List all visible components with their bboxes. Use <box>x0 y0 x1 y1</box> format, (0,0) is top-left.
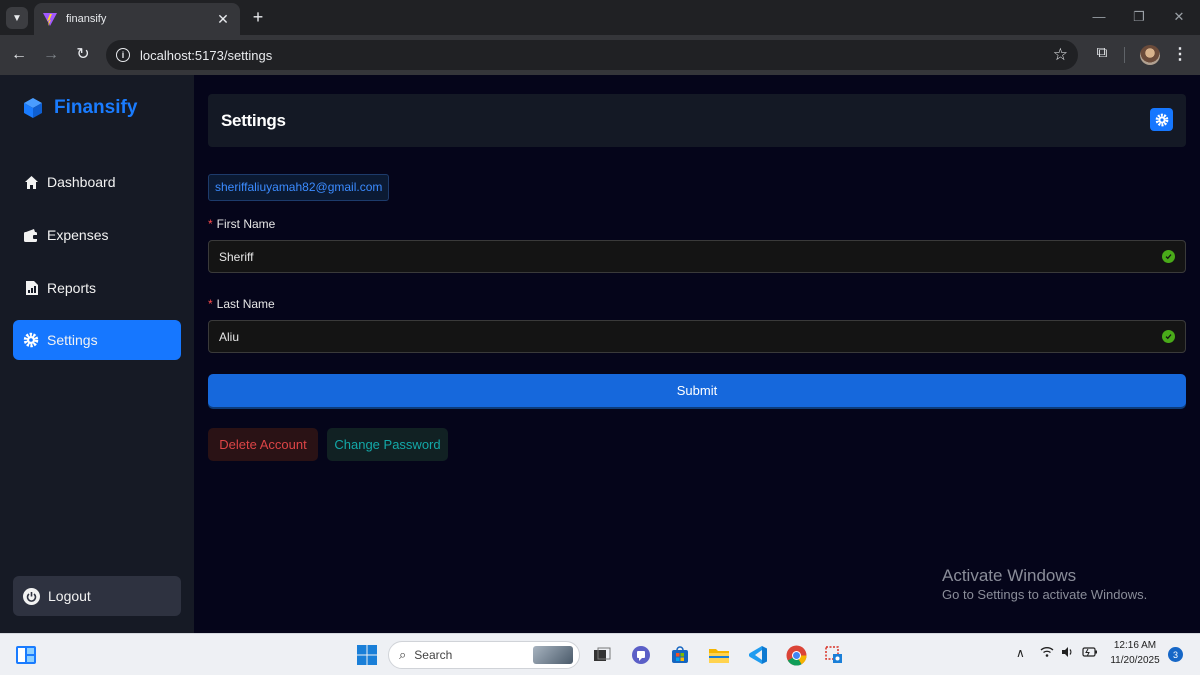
browser-tabbar: ▼ finansify ✕ + — ❐ ✕ <box>0 0 1200 35</box>
wifi-icon[interactable] <box>1040 646 1054 661</box>
taskbar-search[interactable]: ⌕ Search <box>388 641 580 669</box>
extensions-icon[interactable]: ⧉ <box>1092 44 1112 66</box>
brand-name: Finansify <box>54 97 138 118</box>
reload-icon[interactable]: ↻ <box>72 44 94 66</box>
activate-windows-subtitle: Go to Settings to activate Windows. <box>942 587 1148 602</box>
last-name-label: * Last Name <box>208 297 275 311</box>
email-tag: sheriffaliuyamah82@gmail.com <box>208 174 390 201</box>
browser-addressbar: ← → ↻ i localhost:5173/settings ☆ ⧉ ⋮ <box>0 35 1200 75</box>
teams-chat-icon[interactable] <box>629 643 653 667</box>
clock-time[interactable]: 12:16 AM <box>1110 640 1160 651</box>
profile-avatar[interactable] <box>1140 45 1160 65</box>
last-name-value: Aliu <box>219 329 240 344</box>
close-tab-icon[interactable]: ✕ <box>214 11 232 28</box>
browser-menu-icon[interactable]: ⋮ <box>1172 44 1188 66</box>
vscode-icon[interactable] <box>746 643 770 667</box>
first-name-label-text: First Name <box>216 217 276 231</box>
first-name-value: Sheriff <box>219 249 254 264</box>
required-mark: * <box>208 217 213 231</box>
last-name-label-text: Last Name <box>216 297 275 311</box>
chrome-icon[interactable] <box>784 643 808 667</box>
tab-search-icon[interactable]: ▼ <box>6 7 28 29</box>
sidebar-item-label: Expenses <box>47 227 109 243</box>
wallet-icon <box>23 227 39 243</box>
sidebar: Finansify Dashboard Expenses Reports Set <box>0 75 194 633</box>
task-view-icon[interactable] <box>590 643 614 667</box>
sidebar-item-label: Reports <box>47 280 97 296</box>
gear-icon <box>1155 113 1168 126</box>
first-name-label: * First Name <box>208 217 275 231</box>
url-bar[interactable]: i localhost:5173/settings ☆ <box>106 40 1078 70</box>
page-header: Settings <box>208 94 1186 147</box>
page-title: Settings <box>221 111 286 130</box>
success-check-icon <box>1162 330 1175 343</box>
search-placeholder: Search <box>414 648 453 662</box>
new-tab-button[interactable]: + <box>248 6 268 28</box>
tab-title: finansify <box>66 13 107 25</box>
brand[interactable]: Finansify <box>22 97 137 119</box>
cube-logo-icon <box>24 98 42 118</box>
toolbar-divider <box>1124 47 1125 63</box>
url-text: localhost:5173/settings <box>140 47 273 63</box>
file-explorer-icon[interactable] <box>707 643 731 667</box>
start-icon[interactable] <box>355 643 379 667</box>
widgets-icon[interactable] <box>14 643 38 667</box>
windows-taskbar: ⌕ Search ∧ 12:16 AM 11/20/2025 3 <box>0 633 1200 675</box>
sidebar-item-label: Dashboard <box>47 174 116 190</box>
back-icon[interactable]: ← <box>8 44 30 66</box>
search-highlight-image <box>533 646 573 664</box>
delete-account-button[interactable]: Delete Account <box>208 428 318 461</box>
volume-icon[interactable] <box>1061 646 1075 661</box>
report-icon <box>23 280 39 296</box>
change-password-button[interactable]: Change Password <box>327 428 448 461</box>
app-root: Finansify Dashboard Expenses Reports Set <box>0 75 1200 633</box>
site-info-icon[interactable]: i <box>116 48 130 62</box>
sidebar-item-reports[interactable]: Reports <box>13 268 181 308</box>
snipping-tool-icon[interactable] <box>822 643 846 667</box>
sidebar-item-expenses[interactable]: Expenses <box>13 215 181 255</box>
home-icon <box>23 174 39 190</box>
gear-icon <box>23 332 39 348</box>
restore-icon[interactable]: ❐ <box>1124 6 1154 28</box>
close-window-icon[interactable]: ✕ <box>1164 6 1194 28</box>
tray-chevron-up-icon[interactable]: ∧ <box>1016 646 1025 660</box>
submit-button[interactable]: Submit <box>208 374 1186 407</box>
notification-badge[interactable]: 3 <box>1168 647 1183 662</box>
main-content: Settings sheriffaliuyamah82@gmail.com * F… <box>194 75 1200 633</box>
sidebar-item-settings[interactable]: Settings <box>13 320 181 360</box>
success-check-icon <box>1162 250 1175 263</box>
minimize-icon[interactable]: — <box>1084 6 1114 28</box>
settings-button[interactable] <box>1150 108 1173 131</box>
store-icon[interactable] <box>668 643 692 667</box>
last-name-field[interactable]: Aliu <box>208 320 1186 353</box>
search-icon: ⌕ <box>399 647 407 662</box>
battery-icon[interactable] <box>1082 646 1098 660</box>
sidebar-item-label: Settings <box>47 332 98 348</box>
first-name-field[interactable]: Sheriff <box>208 240 1186 273</box>
forward-icon[interactable]: → <box>40 44 62 66</box>
power-icon <box>23 587 40 605</box>
logout-label: Logout <box>48 588 91 604</box>
clock-date[interactable]: 11/20/2025 <box>1106 655 1164 666</box>
bookmark-star-icon[interactable]: ☆ <box>1053 45 1068 65</box>
activate-windows-title: Activate Windows <box>942 566 1077 585</box>
vite-favicon-icon <box>43 13 57 26</box>
required-mark: * <box>208 297 213 311</box>
browser-tab[interactable]: finansify ✕ <box>34 3 240 35</box>
sidebar-item-dashboard[interactable]: Dashboard <box>13 162 181 202</box>
logout-button[interactable]: Logout <box>13 576 181 616</box>
